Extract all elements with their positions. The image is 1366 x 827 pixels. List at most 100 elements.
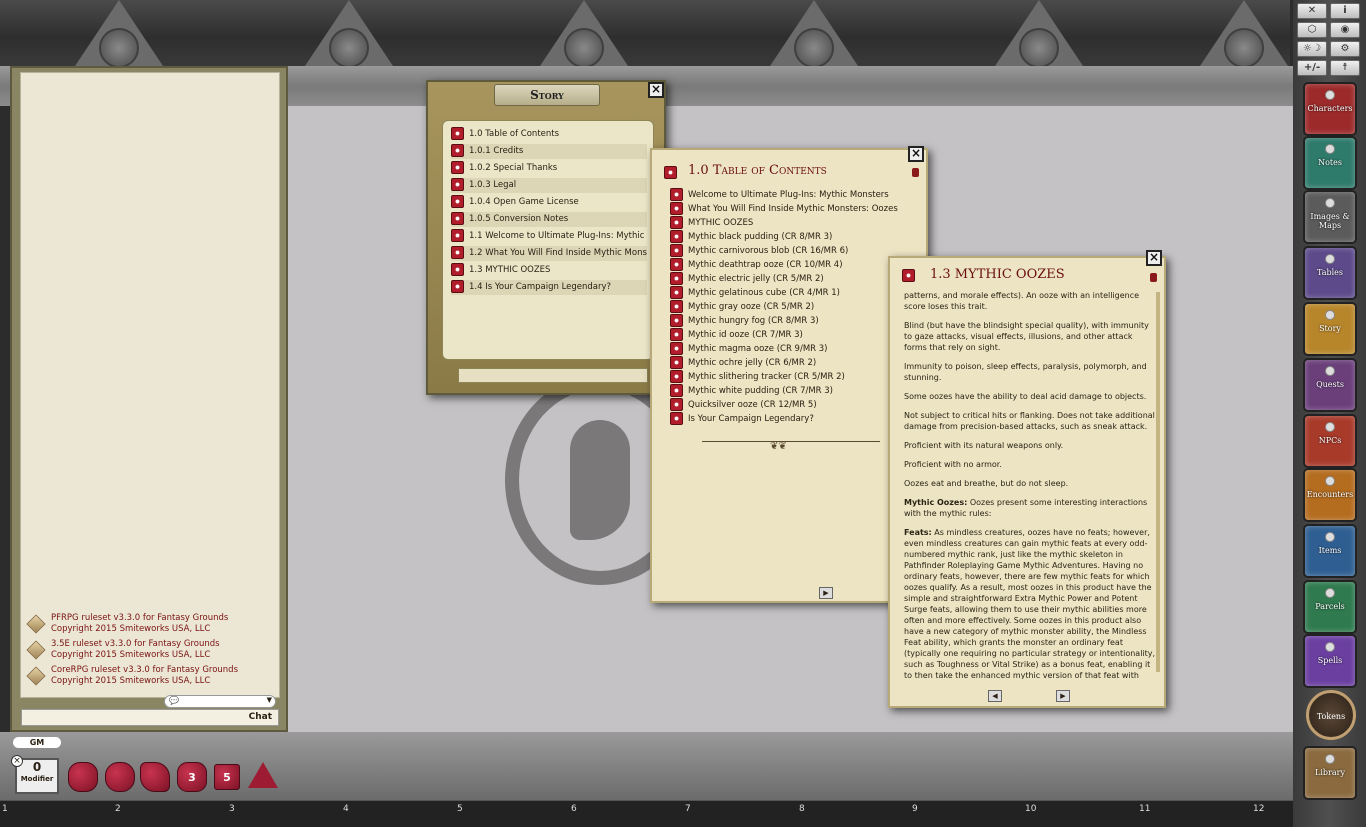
toc-link[interactable]: Mythic carnivorous blob (CR 16/MR 6) (670, 244, 918, 259)
list-item[interactable]: 1.0.4 Open Game License (451, 195, 647, 210)
paragraph-text: Proficient with its natural weapons only… (904, 441, 1063, 450)
divider (702, 441, 880, 442)
ruleset-icon (26, 640, 45, 659)
d10-die[interactable] (140, 762, 170, 792)
ruler-tick: 11 (1139, 804, 1150, 814)
toc-link-label: Mythic black pudding (CR 8/MR 3) (688, 232, 832, 242)
chevron-down-icon: ▼ (267, 696, 272, 704)
sidebar-images-maps[interactable]: Images & Maps (1303, 190, 1357, 244)
chat-input[interactable]: Chat (21, 709, 279, 726)
toc-link[interactable]: Quicksilver ooze (CR 12/MR 5) (670, 398, 918, 413)
list-item-label: 1.0.2 Special Thanks (469, 163, 557, 173)
sidebar-label: Quests (1305, 380, 1355, 389)
list-item[interactable]: 1.4 Is Your Campaign Legendary? (451, 280, 647, 295)
d6-die[interactable]: 5 (214, 764, 240, 790)
toc-link[interactable]: Mythic gelatinous cube (CR 4/MR 1) (670, 286, 918, 301)
close-icon[interactable]: × (11, 755, 23, 767)
toc-link[interactable]: What You Will Find Inside Mythic Monster… (670, 202, 918, 217)
sun-emblem-icon (794, 28, 834, 68)
sidebar-label: Characters (1305, 104, 1355, 113)
list-item[interactable]: 1.0.5 Conversion Notes (451, 212, 647, 227)
sidebar-characters[interactable]: Characters (1303, 82, 1357, 136)
close-button[interactable]: × (1146, 250, 1162, 266)
info-button[interactable]: i (1330, 3, 1360, 19)
lock-icon[interactable] (912, 168, 919, 177)
toc-link[interactable]: Mythic id ooze (CR 7/MR 3) (670, 328, 918, 343)
sidebar-npcs[interactable]: NPCs (1303, 414, 1357, 468)
d8-die[interactable]: 3 (177, 762, 207, 792)
sidebar-story[interactable]: Story (1303, 302, 1357, 356)
sidebar-tokens[interactable]: Tokens (1306, 690, 1356, 740)
toc-link[interactable]: Mythic white pudding (CR 7/MR 3) (670, 384, 918, 399)
list-item[interactable]: 1.0.1 Credits (451, 144, 647, 159)
next-page-button[interactable]: ▶ (819, 587, 833, 599)
scrollbar[interactable] (1156, 292, 1160, 672)
toc-link[interactable]: Mythic black pudding (CR 8/MR 3) (670, 230, 918, 245)
toc-link[interactable]: Welcome to Ultimate Plug-Ins: Mythic Mon… (670, 188, 918, 203)
list-item-label: 1.4 Is Your Campaign Legendary? (469, 282, 611, 292)
toc-link-label: Mythic magma ooze (CR 9/MR 3) (688, 344, 828, 354)
sidebar-tables[interactable]: Tables (1303, 246, 1357, 300)
list-item[interactable]: 1.3 MYTHIC OOZES (451, 263, 647, 278)
oozes-window[interactable]: 1.3 MYTHIC OOZES × patterns, and morale … (888, 256, 1166, 708)
list-item[interactable]: 1.2 What You Will Find Inside Mythic Mon… (451, 246, 647, 261)
gem-icon (1325, 642, 1335, 652)
tool-button[interactable]: ◉ (1330, 22, 1360, 38)
d12-die[interactable] (105, 762, 135, 792)
paragraph: Oozes eat and breathe, but do not sleep. (904, 478, 1156, 489)
tool-button[interactable]: ⚙ (1330, 41, 1360, 57)
list-item[interactable]: 1.0 Table of Contents (451, 127, 647, 142)
toc-link[interactable]: Mythic slithering tracker (CR 5/MR 2) (670, 370, 918, 385)
sidebar-spells[interactable]: Spells (1303, 634, 1357, 688)
sidebar-label: Encounters (1305, 490, 1355, 499)
chat-button[interactable]: Chat (249, 712, 272, 722)
toc-link[interactable]: Mythic magma ooze (CR 9/MR 3) (670, 342, 918, 357)
ruler-tick: 12 (1253, 804, 1264, 814)
next-page-button[interactable]: ▶ (1056, 690, 1070, 702)
d4-die[interactable] (248, 762, 278, 788)
toc-link[interactable]: Mythic hungry fog (CR 8/MR 3) (670, 314, 918, 329)
tool-button[interactable]: ☨ (1330, 60, 1360, 76)
paragraph-lead: Feats: (904, 528, 932, 537)
toc-link[interactable]: Mythic ochre jelly (CR 6/MR 2) (670, 356, 918, 371)
sidebar-library[interactable]: Library (1303, 746, 1357, 800)
tool-button[interactable]: ✕ (1297, 3, 1327, 19)
prev-page-button[interactable]: ◀ (988, 690, 1002, 702)
oozes-content[interactable]: patterns, and morale effects). An ooze w… (904, 290, 1156, 679)
toc-window[interactable]: 1.0 Table of Contents × Welcome to Ultim… (650, 148, 928, 603)
paragraph-text: Not subject to critical hits or flanking… (904, 411, 1155, 431)
sidebar-quests[interactable]: Quests (1303, 358, 1357, 412)
list-item[interactable]: 1.0.3 Legal (451, 178, 647, 193)
story-book-icon (451, 212, 464, 225)
sidebar-notes[interactable]: Notes (1303, 136, 1357, 190)
toc-link[interactable]: Mythic gray ooze (CR 5/MR 2) (670, 300, 918, 315)
d20-die[interactable] (68, 762, 98, 792)
toc-link-label: Mythic gray ooze (CR 5/MR 2) (688, 302, 814, 312)
lock-icon[interactable] (1150, 273, 1157, 282)
chat-log[interactable]: PFRPG ruleset v3.3.0 for Fantasy Grounds… (20, 72, 280, 698)
list-item[interactable]: 1.1 Welcome to Ultimate Plug-Ins: Mythic… (451, 229, 647, 244)
toc-link[interactable]: Is Your Campaign Legendary? (670, 412, 918, 427)
story-list[interactable]: 1.0 Table of Contents 1.0.1 Credits 1.0.… (442, 120, 654, 360)
close-button[interactable]: × (908, 146, 924, 162)
gem-icon (1325, 366, 1335, 376)
tool-button[interactable]: ☼☽ (1297, 41, 1327, 57)
ruler-tick: 9 (912, 804, 918, 814)
list-item[interactable]: 1.0.2 Special Thanks (451, 161, 647, 176)
chat-mode-select[interactable]: 💬▼ (164, 695, 276, 708)
story-book-icon (451, 144, 464, 157)
sidebar-encounters[interactable]: Encounters (1303, 468, 1357, 522)
paragraph-text: Oozes eat and breathe, but do not sleep. (904, 479, 1068, 488)
modifier-toggle-button[interactable]: +/- (1297, 60, 1327, 76)
toc-link[interactable]: MYTHIC OOZES (670, 216, 918, 231)
story-book-icon (670, 202, 683, 215)
story-window[interactable]: Story × 1.0 Table of Contents 1.0.1 Cred… (426, 80, 666, 395)
toc-link[interactable]: Mythic electric jelly (CR 5/MR 2) (670, 272, 918, 287)
tool-button[interactable]: ⬡ (1297, 22, 1327, 38)
sidebar-parcels[interactable]: Parcels (1303, 580, 1357, 634)
story-filter-input[interactable] (458, 368, 648, 383)
toc-link[interactable]: Mythic deathtrap ooze (CR 10/MR 4) (670, 258, 918, 273)
close-button[interactable]: × (648, 82, 664, 98)
sidebar-items[interactable]: Items (1303, 524, 1357, 578)
gm-identity[interactable]: GM (13, 737, 61, 748)
